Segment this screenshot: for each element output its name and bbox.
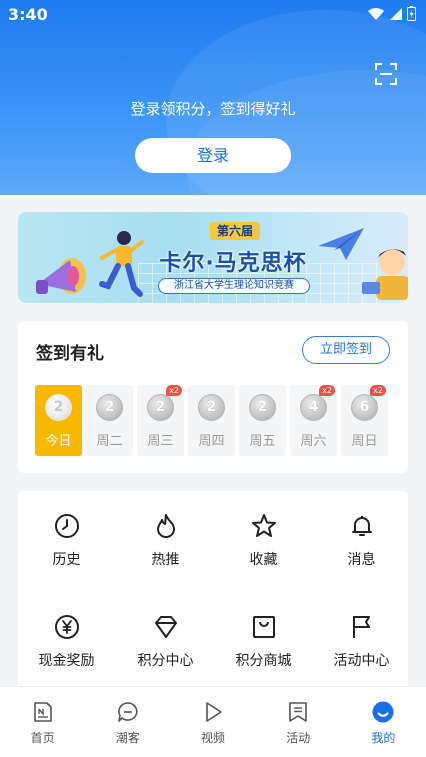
- signin-day-wednesday[interactable]: x2 2 周三: [137, 385, 184, 456]
- banner-title: 卡尔·马克思杯: [159, 251, 307, 276]
- tab-chaoke[interactable]: 潮客: [85, 687, 170, 757]
- login-tip: 登录领积分，签到得好礼: [130, 100, 296, 118]
- signin-day-friday[interactable]: 2 周五: [239, 385, 286, 456]
- grid-item-label: 积分商城: [235, 653, 292, 669]
- tab-label: 潮客: [115, 731, 140, 745]
- grid-item-points-mall[interactable]: 积分商城: [215, 614, 312, 684]
- grid-item-messages[interactable]: 消息: [313, 513, 410, 583]
- tab-video[interactable]: 视频: [170, 687, 255, 757]
- function-grid: 历史 热推 收藏 消息 现金奖励 积分中心 积分商城 活动中心: [18, 491, 408, 691]
- signin-day-saturday[interactable]: x2 4 周六: [290, 385, 337, 456]
- scan-icon[interactable]: [374, 62, 398, 86]
- flag-icon: [352, 616, 370, 638]
- grid-item-label: 历史: [52, 552, 81, 568]
- signin-card: 签到有礼 立即签到 2 今日 2 周二 x2 2 周三 2 周四 2 周五 x2…: [18, 321, 408, 473]
- wifi-icon: [368, 7, 384, 20]
- grid-item-label: 收藏: [249, 552, 278, 568]
- grid-item-label: 积分中心: [137, 653, 194, 669]
- grid-item-label: 现金奖励: [38, 653, 95, 669]
- signin-day-sunday[interactable]: x2 6 周日: [341, 385, 388, 456]
- tab-label: 活动: [286, 731, 311, 745]
- signal-icon: [390, 7, 402, 20]
- day-label: 周日: [351, 434, 378, 449]
- yuan-icon: [54, 615, 79, 639]
- tab-activity[interactable]: 活动: [256, 687, 341, 757]
- day-label: 周五: [249, 434, 276, 449]
- multiplier-badge: x2: [166, 385, 182, 396]
- battery-icon: [407, 6, 416, 21]
- status-bar: 3:40: [0, 0, 426, 30]
- points-coin: 4: [300, 394, 327, 421]
- grid-item-favorites[interactable]: 收藏: [215, 513, 312, 583]
- day-label: 今日: [45, 434, 72, 449]
- login-button[interactable]: 登录: [135, 138, 291, 173]
- status-icons: [367, 6, 416, 21]
- chat-icon: [117, 702, 138, 722]
- points-coin: 6: [351, 394, 378, 421]
- promo-banner[interactable]: 第六届 卡尔·马克思杯 浙江省大学生理论知识竞赛: [18, 212, 408, 303]
- bell-icon: [351, 516, 372, 536]
- shopping-bag-icon: [252, 616, 275, 638]
- clock-icon: [54, 514, 79, 538]
- tab-label: 我的: [371, 731, 396, 745]
- status-time: 3:40: [8, 5, 48, 24]
- tab-home[interactable]: 首页: [0, 687, 85, 757]
- star-icon: [251, 514, 276, 537]
- bookmark-icon: [289, 702, 308, 722]
- points-coin: 2: [249, 394, 276, 421]
- points-coin: 2: [96, 394, 123, 421]
- megaphone-icon: [36, 258, 86, 294]
- student-illustration: [362, 249, 408, 300]
- day-label: 周二: [96, 434, 123, 449]
- tab-mine[interactable]: 我的: [341, 687, 426, 757]
- tab-label: 视频: [201, 731, 226, 745]
- multiplier-badge: x2: [370, 385, 386, 396]
- points-coin: 2: [198, 394, 225, 421]
- grid-item-history[interactable]: 历史: [18, 513, 115, 583]
- tab-label: 首页: [30, 731, 55, 745]
- signin-day-today[interactable]: 2 今日: [35, 385, 82, 456]
- signin-title: 签到有礼: [36, 344, 104, 364]
- diamond-icon: [154, 616, 177, 638]
- grid-item-label: 消息: [347, 552, 376, 568]
- grid-item-cash-reward[interactable]: 现金奖励: [18, 614, 115, 684]
- points-coin: 2: [45, 394, 72, 421]
- signin-day-thursday[interactable]: 2 周四: [188, 385, 235, 456]
- grid-item-label: 活动中心: [333, 653, 390, 669]
- header: 3:40 登录领积分，签到得好礼 登录: [0, 0, 426, 195]
- points-coin: 2: [147, 394, 174, 421]
- news-icon: [33, 702, 52, 722]
- signin-days: 2 今日 2 周二 x2 2 周三 2 周四 2 周五 x2 4 周六 x2 6…: [35, 385, 388, 456]
- banner-subtitle: 浙江省大学生理论知识竞赛: [158, 278, 310, 294]
- flame-icon: [156, 514, 175, 538]
- play-icon: [206, 702, 222, 722]
- day-label: 周三: [147, 434, 174, 449]
- multiplier-badge: x2: [319, 385, 335, 396]
- bottom-tab-bar: 首页 潮客 视频 活动 我的: [0, 686, 426, 757]
- banner-edition: 第六届: [210, 222, 260, 240]
- grid-item-hot[interactable]: 热推: [117, 513, 214, 583]
- runner-illustration: [99, 231, 144, 297]
- day-label: 周六: [300, 434, 327, 449]
- grid-item-label: 热推: [151, 552, 180, 568]
- signin-button[interactable]: 立即签到: [302, 336, 390, 364]
- grid-item-activity-center[interactable]: 活动中心: [313, 614, 410, 684]
- profile-icon: [372, 701, 394, 723]
- grid-item-points-center[interactable]: 积分中心: [117, 614, 214, 684]
- signin-day-tuesday[interactable]: 2 周二: [86, 385, 133, 456]
- day-label: 周四: [198, 434, 225, 449]
